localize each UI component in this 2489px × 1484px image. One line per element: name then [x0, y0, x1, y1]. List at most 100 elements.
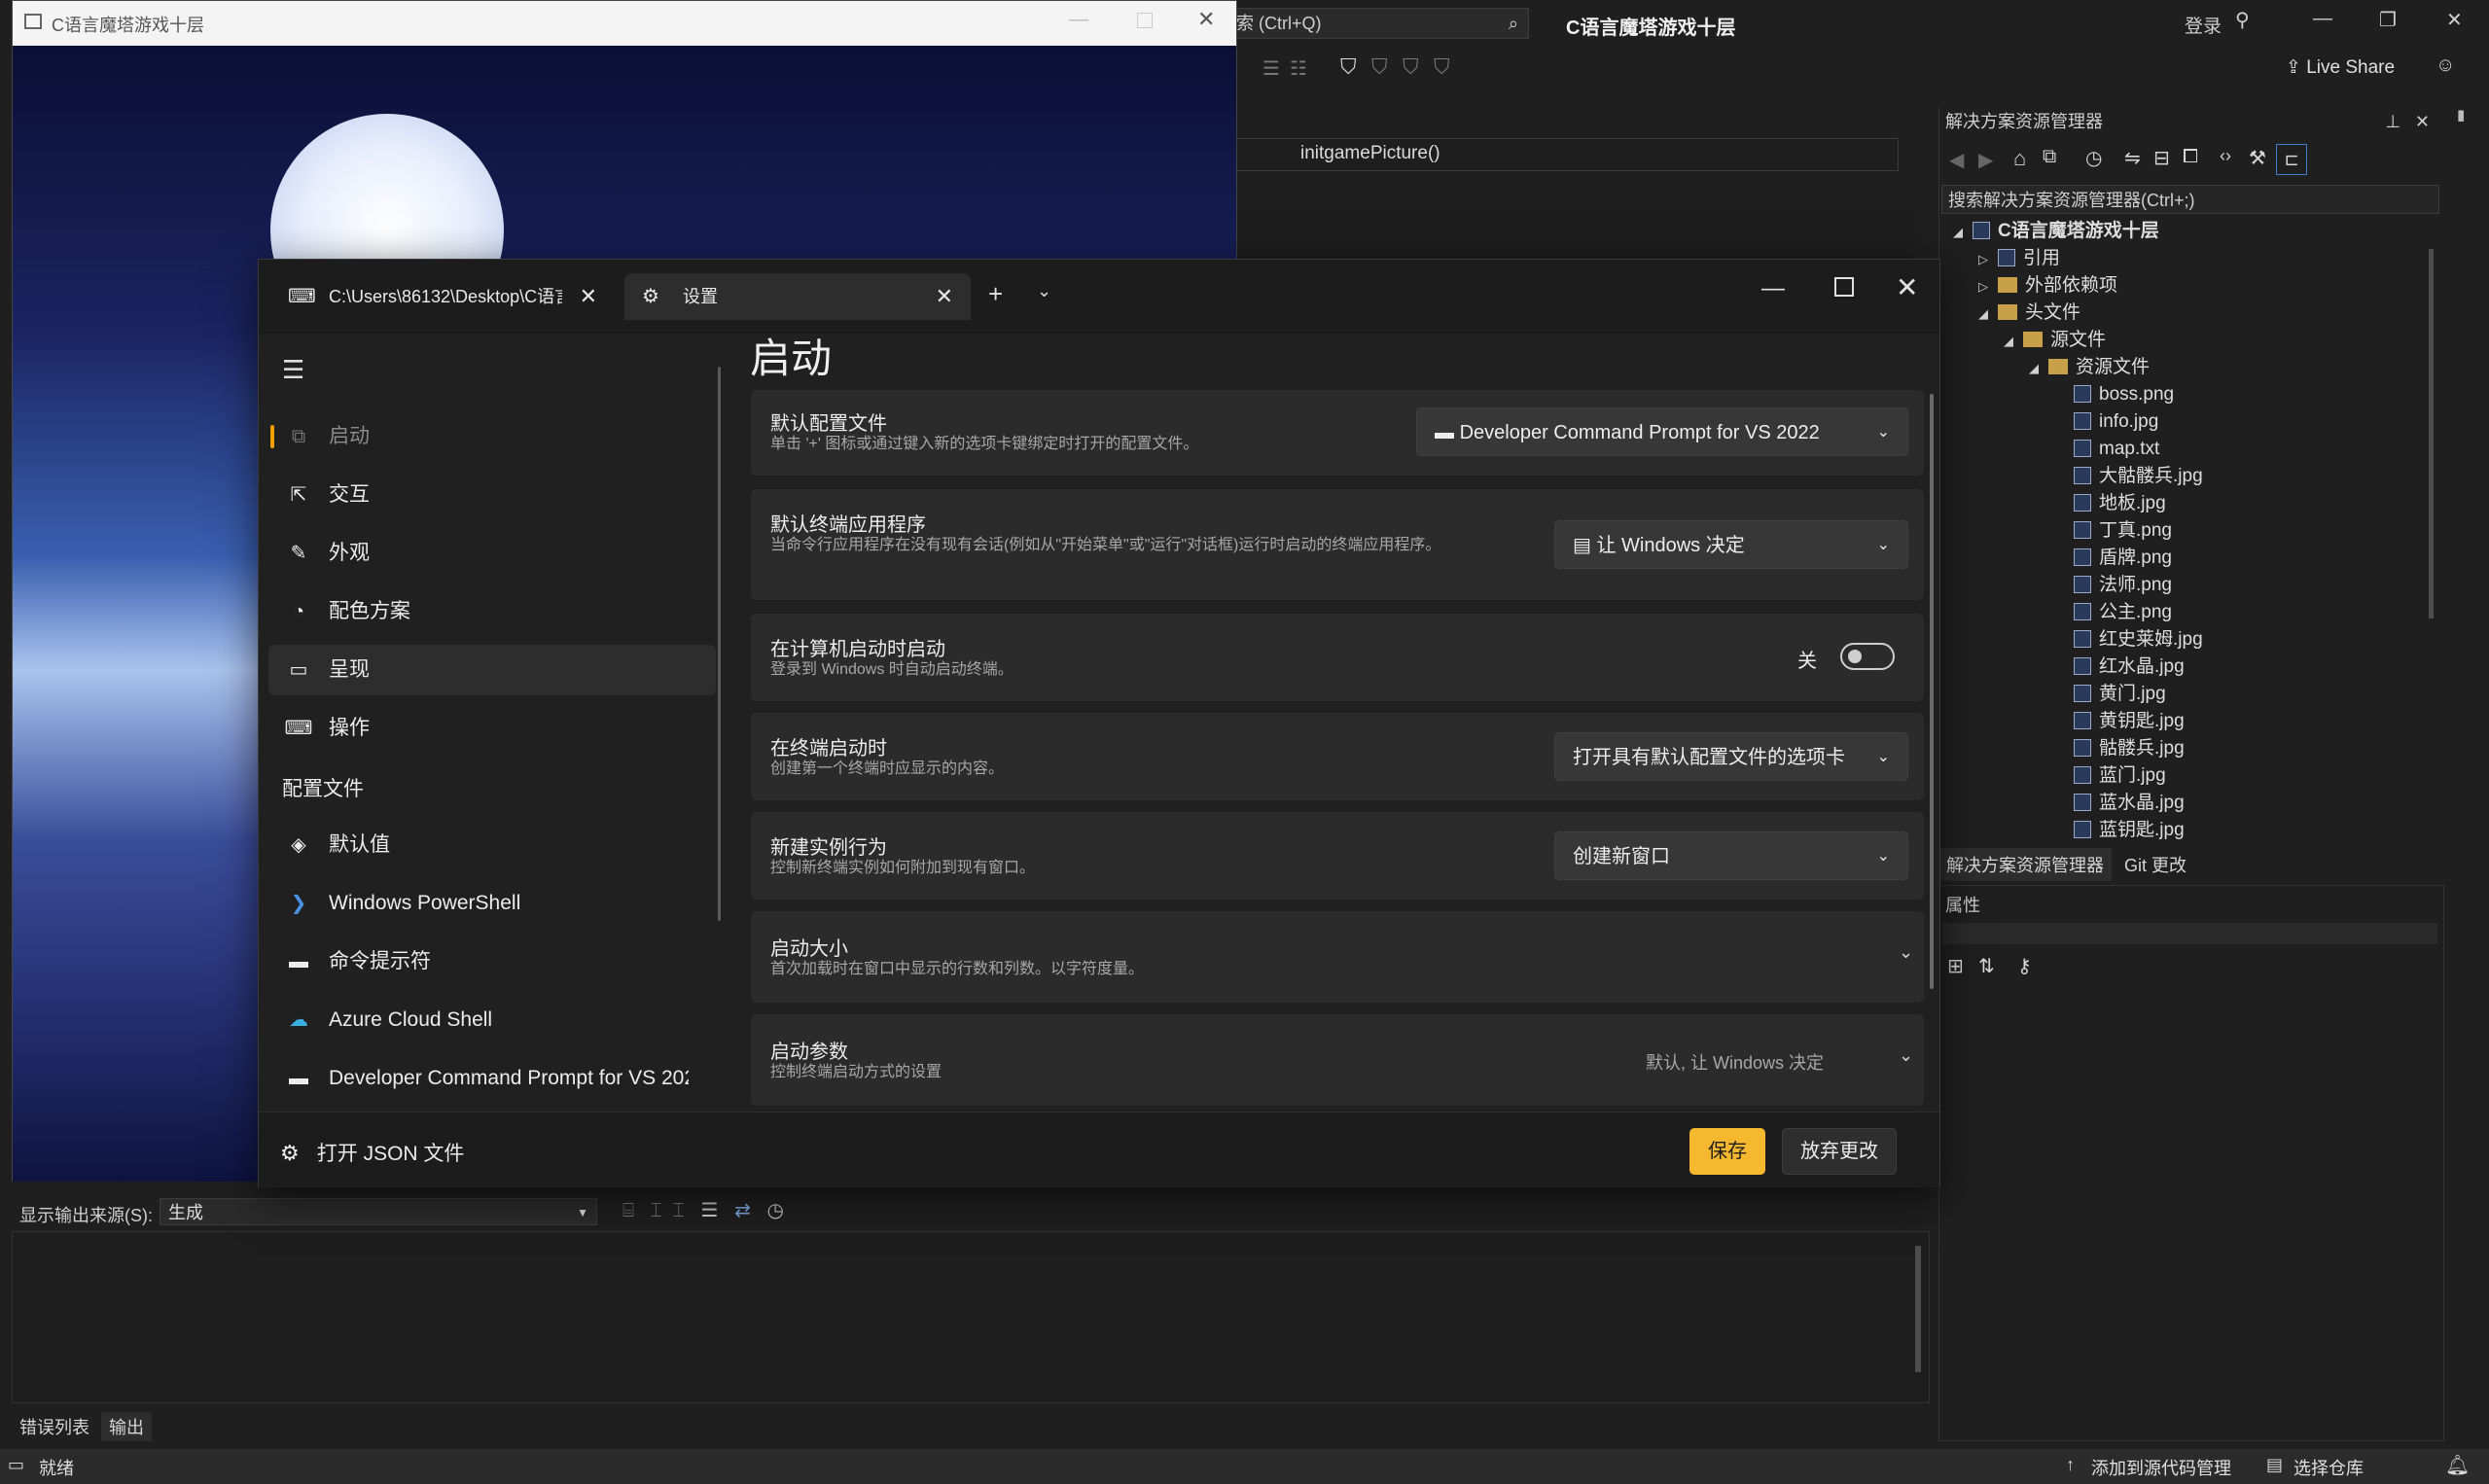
chevron-down-icon[interactable]: ⌄ — [1899, 1045, 1913, 1066]
expand-icon[interactable]: ▷ — [1978, 273, 1992, 300]
vs-search-box[interactable]: 索 (Ctrl+Q) ⌕ — [1235, 8, 1529, 39]
bell-icon[interactable]: 🔔︎ — [2445, 1453, 2470, 1477]
tree-item[interactable]: 蓝钥匙.jpg — [2054, 817, 2185, 844]
tab-settings[interactable]: ⚙ 设置 ✕ — [624, 273, 971, 320]
diagnostics-tool-tab[interactable]: ▮ — [2457, 107, 2476, 124]
comment-icon[interactable]: ☰ — [1262, 56, 1280, 81]
tree-item[interactable]: info.jpg — [2054, 408, 2158, 436]
tree-item[interactable]: ◢ 源文件 — [2004, 327, 2106, 354]
login-link[interactable]: 登录 — [2185, 12, 2222, 38]
tree-item[interactable]: 地板.jpg — [2054, 490, 2166, 517]
open-json-button[interactable]: ⚙ 打开 JSON 文件 — [280, 1138, 464, 1167]
tree-item[interactable]: 红史莱姆.jpg — [2054, 626, 2203, 654]
tree-scrollbar[interactable] — [2426, 222, 2436, 844]
tree-item[interactable]: ▷ 外部依赖项 — [1978, 272, 2117, 300]
tab-error-list[interactable]: 错误列表 — [12, 1412, 97, 1441]
close-button[interactable]: ✕ — [1896, 271, 1918, 303]
nav-item-launch[interactable]: ⧉ 启动 — [268, 411, 716, 462]
tab-solution-explorer[interactable]: 解决方案资源管理器 — [1938, 848, 2112, 881]
code-icon[interactable]: ‹› — [2220, 146, 2231, 166]
nav-item-color-schemes[interactable]: ◔ 配色方案 — [268, 586, 716, 637]
close-icon[interactable]: ✕ — [936, 273, 953, 320]
tree-item[interactable]: boss.png — [2054, 381, 2174, 408]
bookmark-prev-icon[interactable]: ⛉ — [1371, 54, 1388, 80]
feedback-icon[interactable]: ☺ — [2436, 54, 2455, 77]
close-icon[interactable]: ✕ — [580, 273, 597, 320]
expand-icon[interactable]: ▷ — [1978, 246, 1992, 273]
restore-icon[interactable]: ❐ — [2379, 8, 2397, 32]
new-instance-dropdown[interactable]: 创建新窗口 ⌄ — [1554, 831, 1908, 880]
output-text-area[interactable] — [12, 1231, 1930, 1403]
close-icon[interactable]: ✕ — [2415, 107, 2430, 136]
find-message-icon[interactable]: ⌸ — [622, 1200, 634, 1221]
launch-on-startup-toggle[interactable] — [1840, 643, 1895, 670]
select-repository[interactable]: 选择仓库 — [2293, 1455, 2364, 1480]
tree-item[interactable]: 盾牌.png — [2054, 545, 2172, 572]
close-icon[interactable]: ✕ — [1197, 7, 1215, 32]
tree-item[interactable]: 丁真.png — [2054, 517, 2172, 545]
collapse-icon[interactable]: ⊟ — [2153, 146, 2170, 170]
back-icon[interactable]: ◀ — [1949, 148, 1964, 172]
maximize-button[interactable] — [1834, 277, 1854, 297]
close-icon[interactable]: ✕ — [2446, 8, 2463, 32]
expand-icon[interactable]: ◢ — [2004, 328, 2017, 355]
discard-button[interactable]: 放弃更改 — [1782, 1128, 1897, 1175]
nav-item-appearance[interactable]: ✎ 外观 — [268, 528, 716, 579]
chevron-down-icon[interactable]: ⌄ — [1899, 942, 1913, 963]
output-source-select[interactable]: 生成 ▼ — [160, 1198, 597, 1225]
switch-view-icon[interactable]: ⧉ — [2043, 146, 2056, 168]
sync-icon[interactable]: ⇋ — [2124, 146, 2141, 170]
expand-icon[interactable]: ◢ — [1978, 300, 1992, 328]
pin-icon[interactable]: ⊥ — [2385, 107, 2400, 136]
tree-item[interactable]: map.txt — [2054, 436, 2159, 463]
tree-item[interactable]: 红水晶.jpg — [2054, 654, 2185, 681]
nav-item-powershell[interactable]: ❯ Windows PowerShell — [268, 878, 716, 929]
uncomment-icon[interactable]: ☷ — [1290, 56, 1307, 81]
nav-item-devcmd[interactable]: ▬ Developer Command Prompt for VS 2022 — [268, 1053, 716, 1104]
nav-item-interaction[interactable]: ⇱ 交互 — [268, 470, 716, 520]
show-all-icon[interactable]: ⧠ — [2183, 146, 2198, 168]
new-tab-button[interactable]: + — [988, 279, 1003, 309]
add-to-source-control[interactable]: 添加到源代码管理 — [2091, 1455, 2231, 1480]
tree-item[interactable]: 蓝水晶.jpg — [2054, 790, 2185, 817]
tree-item[interactable]: ◢ C语言魔塔游戏十层 — [1953, 218, 2159, 245]
minimize-icon[interactable]: — — [1069, 9, 1088, 31]
expand-icon[interactable]: ◢ — [1953, 219, 1967, 246]
prev-message-icon[interactable]: ⌶ — [651, 1200, 662, 1221]
code-member-dropdown[interactable]: initgamePicture() — [1235, 138, 1899, 171]
tree-item[interactable]: 黄钥匙.jpg — [2054, 708, 2185, 735]
setting-launch-parameters[interactable]: 启动参数 控制终端启动方式的设置 默认, 让 Windows 决定 ⌄ — [751, 1014, 1924, 1106]
tree-item[interactable]: ◢ 资源文件 — [2029, 354, 2150, 381]
tree-item[interactable]: 公主.png — [2054, 599, 2172, 626]
save-button[interactable]: 保存 — [1689, 1128, 1765, 1175]
tab-output[interactable]: 输出 — [101, 1412, 152, 1441]
minimize-button[interactable]: — — [1761, 275, 1785, 302]
default-terminal-dropdown[interactable]: ▤ 让 Windows 决定 ⌄ — [1554, 520, 1908, 569]
categorized-icon[interactable]: ⊞ — [1947, 954, 1964, 978]
live-share-button[interactable]: ⇪ Live Share — [2286, 56, 2395, 79]
nav-item-azure[interactable]: ☁ Azure Cloud Shell — [268, 995, 716, 1045]
tree-item[interactable]: 骷髅兵.jpg — [2054, 735, 2185, 762]
content-scrollbar[interactable] — [1930, 394, 1934, 989]
tree-item[interactable]: 蓝门.jpg — [2054, 762, 2166, 790]
setting-launch-size[interactable]: 启动大小 首次加载时在窗口中显示的行数和列数。以字符度量。 ⌄ — [751, 911, 1924, 1003]
bookmark-icon[interactable]: ⛉ — [1340, 54, 1357, 80]
home-icon[interactable]: ⌂ — [2013, 146, 2026, 171]
wrench-icon[interactable]: ⚒ — [2249, 146, 2266, 170]
tree-item[interactable]: ▷ 引用 — [1978, 245, 2060, 272]
solution-search-input[interactable]: 搜索解决方案资源管理器(Ctrl+;) — [1941, 185, 2439, 214]
default-profile-dropdown[interactable]: ▬ Developer Command Prompt for VS 2022 ⌄ — [1416, 407, 1908, 456]
tree-item[interactable]: 黄门.jpg — [2054, 681, 2166, 708]
on-launch-dropdown[interactable]: 打开具有默认配置文件的选项卡 ⌄ — [1554, 732, 1908, 781]
expand-icon[interactable]: ◢ — [2029, 355, 2043, 382]
tab-git-changes[interactable]: Git 更改 — [2116, 848, 2194, 881]
bookmark-next-icon[interactable]: ⛉ — [1403, 54, 1419, 80]
chevron-down-icon[interactable]: ⌄ — [1037, 281, 1051, 301]
hamburger-icon[interactable]: ☰ — [282, 355, 304, 385]
tree-item[interactable]: 大骷髅兵.jpg — [2054, 463, 2203, 490]
pin-icon[interactable]: ⚲ — [2235, 8, 2250, 32]
tree-item[interactable]: 法师.png — [2054, 572, 2172, 599]
tab-terminal[interactable]: ⌨ C:\Users\86132\Desktop\C语言 ✕ — [270, 273, 615, 320]
forward-icon[interactable]: ▶ — [1978, 148, 1993, 172]
next-message-icon[interactable]: ⌶ — [673, 1200, 685, 1221]
